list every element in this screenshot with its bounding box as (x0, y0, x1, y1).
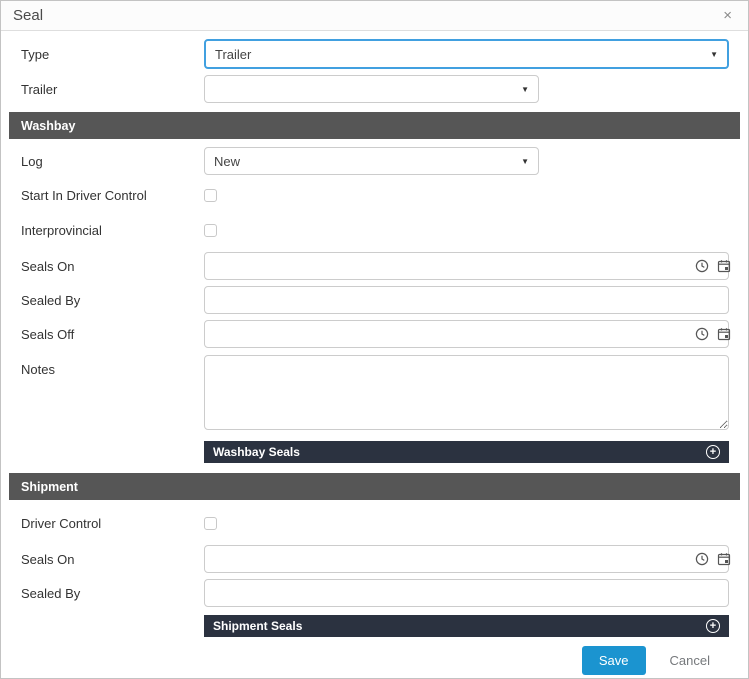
start-in-driver-control-row: Start In Driver Control (9, 188, 740, 203)
chevron-down-icon: ▼ (710, 50, 718, 59)
clock-icon[interactable] (695, 259, 709, 273)
dialog-header: Seal × (1, 1, 748, 31)
start-in-driver-control-label: Start In Driver Control (9, 188, 204, 203)
seal-dialog: Seal × Type Trailer ▼ Trailer ▼ (0, 0, 749, 679)
shipment-sealed-by-input[interactable] (204, 579, 729, 607)
cancel-button[interactable]: Cancel (670, 653, 710, 668)
interprovincial-label: Interprovincial (9, 223, 204, 238)
driver-control-checkbox[interactable] (204, 517, 217, 530)
washbay-section-title: Washbay (21, 119, 75, 133)
add-icon[interactable]: + (706, 619, 720, 633)
interprovincial-checkbox[interactable] (204, 224, 217, 237)
washbay-sealed-by-row: Sealed By (9, 286, 740, 314)
shipment-sealed-by-label: Sealed By (9, 586, 204, 601)
clock-icon[interactable] (695, 552, 709, 566)
type-select-value: Trailer (215, 47, 251, 62)
start-in-driver-control-checkbox[interactable] (204, 189, 217, 202)
driver-control-row: Driver Control (9, 516, 740, 531)
log-select[interactable]: New ▼ (204, 147, 539, 175)
calendar-icon[interactable] (717, 259, 731, 273)
trailer-row: Trailer ▼ (9, 75, 740, 103)
trailer-label: Trailer (9, 82, 204, 97)
washbay-sealed-by-label: Sealed By (9, 293, 204, 308)
dialog-body: Type Trailer ▼ Trailer ▼ Washbay (1, 31, 748, 678)
footer-actions: Save Cancel (9, 646, 740, 675)
shipment-seals-on-row: Seals On (9, 545, 740, 573)
type-row: Type Trailer ▼ (9, 39, 740, 69)
type-select[interactable]: Trailer ▼ (204, 39, 729, 69)
shipment-sealed-by-row: Sealed By (9, 579, 740, 607)
chevron-down-icon: ▼ (521, 85, 529, 94)
notes-label: Notes (9, 355, 204, 377)
log-label: Log (9, 154, 204, 169)
washbay-sealed-by-input[interactable] (204, 286, 729, 314)
shipment-seals-bar-row: Shipment Seals + (9, 615, 740, 637)
clock-icon[interactable] (695, 327, 709, 341)
shipment-seals-on-label: Seals On (9, 552, 204, 567)
shipment-seals-on-input[interactable] (204, 545, 729, 573)
add-icon[interactable]: + (706, 445, 720, 459)
shipment-seals-bar-label: Shipment Seals (213, 619, 302, 633)
shipment-seals-bar[interactable]: Shipment Seals + (204, 615, 729, 637)
dialog-title: Seal (13, 7, 43, 24)
calendar-icon[interactable] (717, 552, 731, 566)
washbay-seals-bar[interactable]: Washbay Seals + (204, 441, 729, 463)
log-select-value: New (214, 154, 240, 169)
washbay-seals-on-row: Seals On (9, 252, 740, 280)
washbay-seals-off-row: Seals Off (9, 320, 740, 348)
type-label: Type (9, 47, 204, 62)
washbay-seals-off-input[interactable] (204, 320, 729, 348)
washbay-seals-on-input[interactable] (204, 252, 729, 280)
washbay-section-header: Washbay (9, 112, 740, 139)
driver-control-label: Driver Control (9, 516, 204, 531)
washbay-seals-off-label: Seals Off (9, 327, 204, 342)
trailer-select[interactable]: ▼ (204, 75, 539, 103)
log-row: Log New ▼ (9, 147, 740, 175)
shipment-section-title: Shipment (21, 480, 78, 494)
close-icon[interactable]: × (719, 6, 736, 25)
notes-row: Notes (9, 355, 740, 435)
washbay-seals-bar-row: Washbay Seals + (9, 441, 740, 463)
shipment-section-header: Shipment (9, 473, 740, 500)
calendar-icon[interactable] (717, 327, 731, 341)
washbay-seals-on-label: Seals On (9, 259, 204, 274)
chevron-down-icon: ▼ (521, 157, 529, 166)
washbay-seals-bar-label: Washbay Seals (213, 445, 300, 459)
save-button[interactable]: Save (582, 646, 646, 675)
interprovincial-row: Interprovincial (9, 223, 740, 238)
notes-textarea[interactable] (204, 355, 729, 430)
